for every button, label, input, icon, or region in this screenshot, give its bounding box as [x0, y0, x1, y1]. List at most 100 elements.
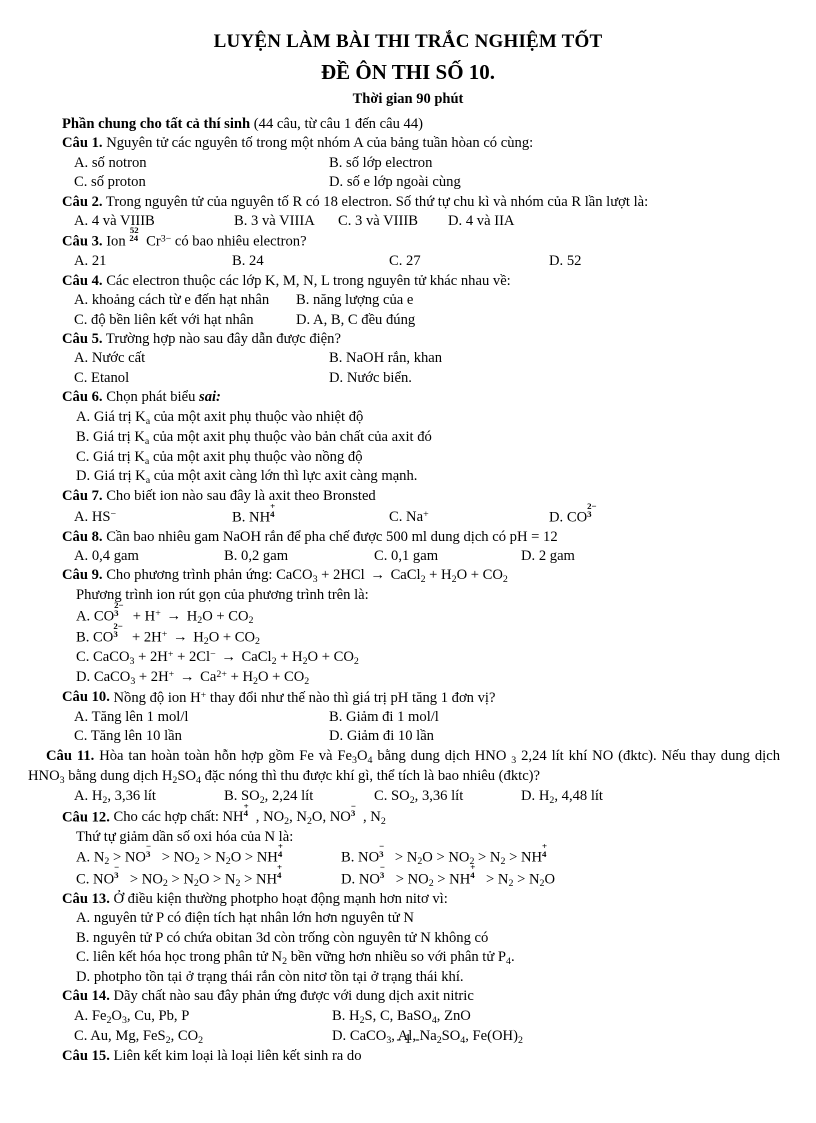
question-2-number: Câu 2.	[62, 193, 103, 210]
question-6: Câu 6. Chọn phát biểu sai:	[62, 388, 780, 407]
option-10-d[interactable]: D. Giảm đi 10 lần	[329, 727, 434, 746]
option-5-d[interactable]: D. Nước biển.	[329, 369, 412, 388]
question-8: Câu 8. Cần bao nhiêu gam NaOH rắn để pha…	[62, 528, 780, 547]
question-14-options-row-1: A. Fe2O3, Cu, Pb, P B. H2S, C, BaSO4, ZnO	[62, 1007, 780, 1027]
option-13-a[interactable]: A. nguyên tử P có điện tích hạt nhân lớn…	[76, 909, 414, 928]
option-7-b[interactable]: B. NH +4	[232, 501, 389, 528]
option-3-a[interactable]: A. 21	[74, 252, 232, 271]
question-6-text: Chọn phát biểu	[102, 389, 200, 406]
option-1-c[interactable]: C. số proton	[74, 173, 329, 192]
option-11-c[interactable]: C. SO2, 3,36 lít	[374, 787, 521, 807]
option-6-a[interactable]: A. Giá trị Ka của một axit phụ thuộc vào…	[76, 408, 363, 428]
question-12-options-row-2: C. NO −3 > NO2 > N2O > N2 > NH +4 D. NO −3 >…	[62, 863, 780, 890]
question-9-text: Cho phương trình phản ứng: CaCO3 + 2HCl …	[102, 567, 508, 586]
question-1-options-row-1: A. số notron B. số lớp electron	[62, 154, 780, 173]
question-12: Câu 12. Cho các hợp chất: NH +4, NO2, N2O…	[62, 800, 780, 828]
question-3-text-post: có bao nhiêu electron?	[171, 233, 307, 250]
question-6-number: Câu 6.	[62, 389, 103, 406]
question-11-number: Câu 11.	[46, 747, 95, 764]
option-6-b[interactable]: B. Giá trị Ka của một axit phụ thuộc vào…	[76, 428, 432, 448]
option-10-b[interactable]: B. Giảm đi 1 mol/l	[329, 708, 439, 727]
question-8-options-row: A. 0,4 gam B. 0,2 gam C. 0,1 gam D. 2 gam	[62, 547, 780, 566]
option-2-a[interactable]: A. 4 và VIIIB	[74, 212, 234, 231]
option-5-c[interactable]: C. Etanol	[74, 369, 329, 388]
section-header: Phần chung cho tất cả thí sinh (44 câu, …	[62, 115, 780, 134]
option-14-b[interactable]: B. H2S, C, BaSO4, ZnO	[332, 1007, 471, 1027]
option-9-d[interactable]: D. CaCO3 + 2H+ → Ca2+ + H2O + CO2	[76, 668, 309, 688]
question-5-text: Trường hợp nào sau đây dẫn được điện?	[102, 330, 341, 347]
option-2-c[interactable]: C. 3 và VIIIB	[338, 212, 448, 231]
option-9-c[interactable]: C. CaCO3 + 2H+ + 2Cl− → CaCl2 + H2O + CO…	[76, 648, 359, 668]
option-4-b[interactable]: B. năng lượng của e	[296, 291, 413, 310]
option-2-d[interactable]: D. 4 và IIA	[448, 212, 514, 231]
option-11-d[interactable]: D. H2, 4,48 lít	[521, 787, 603, 807]
question-14-text: Dãy chất nào sau đây phản ứng được với d…	[109, 988, 474, 1005]
option-13-c-row: C. liên kết hóa học trong phân tử N2 bền…	[62, 948, 780, 968]
option-12-b[interactable]: B. NO −3 > N2O > NO2 > N2 > NH +4	[341, 842, 554, 868]
option-13-b[interactable]: B. nguyên tử P có chứa obitan 3d còn trố…	[76, 929, 488, 948]
question-15: Câu 15. Liên kết kim loại là loại liên k…	[62, 1047, 780, 1066]
option-10-c[interactable]: C. Tăng lên 10 lần	[74, 727, 329, 746]
option-10-a[interactable]: A. Tăng lên 1 mol/l	[74, 708, 329, 727]
option-7-d[interactable]: D. CO 2− 3	[549, 501, 602, 528]
question-11: Câu 11. Hòa tan hoàn toàn hỗn hợp gồm Fe…	[28, 747, 780, 787]
option-13-d[interactable]: D. photpho tồn tại ở trạng thái rắn còn …	[76, 968, 464, 987]
option-3-c[interactable]: C. 27	[389, 252, 549, 271]
option-5-b[interactable]: B. NaOH rắn, khan	[329, 349, 442, 368]
option-5-a[interactable]: A. Nước cất	[74, 349, 329, 368]
option-14-a[interactable]: A. Fe2O3, Cu, Pb, P	[74, 1007, 332, 1027]
question-2: Câu 2. Trong nguyên tử của nguyên tố R c…	[62, 193, 780, 212]
question-1-text: Nguyên tử các nguyên tố trong một nhóm A…	[102, 135, 534, 152]
option-9-b[interactable]: B. CO 2− 3 + 2H+ → H2O + CO2	[76, 621, 260, 648]
question-5: Câu 5. Trường hợp nào sau đây dẫn được đ…	[62, 330, 780, 349]
question-2-options-row: A. 4 và VIIIB B. 3 và VIIIA C. 3 và VIIIB D…	[62, 212, 780, 231]
question-4-text: Các electron thuộc các lớp K, M, N, L tr…	[102, 272, 511, 289]
question-13-text: Ở điều kiện thường photpho hoạt động mạn…	[109, 890, 448, 907]
option-11-a[interactable]: A. H2, 3,36 lít	[74, 787, 224, 807]
question-4-options-row-1: A. khoảng cách từ e đến hạt nhân B. năng …	[62, 291, 780, 310]
option-8-c[interactable]: C. 0,1 gam	[374, 547, 521, 566]
option-7-a[interactable]: A. HS−	[74, 508, 232, 528]
option-13-c[interactable]: C. liên kết hóa học trong phân tử N2 bền…	[76, 948, 515, 968]
option-9-d-row: D. CaCO3 + 2H+ → Ca2+ + H2O + CO2	[62, 668, 780, 688]
option-1-a[interactable]: A. số notron	[74, 154, 329, 173]
question-12-text: Cho các hợp chất: NH +4, NO2, N2O, NO −3, …	[109, 800, 386, 827]
option-12-c[interactable]: C. NO −3 > NO2 > N2O > N2 > NH +4	[76, 863, 341, 890]
option-3-d[interactable]: D. 52	[549, 252, 581, 271]
question-4: Câu 4. Các electron thuộc các lớp K, M, …	[62, 272, 780, 291]
option-9-c-row: C. CaCO3 + 2H+ + 2Cl− → CaCl2 + H2O + CO…	[62, 648, 780, 668]
question-14-number: Câu 14.	[62, 988, 110, 1005]
option-6-b-row: B. Giá trị Ka của một axit phụ thuộc vào…	[62, 428, 780, 448]
option-12-d[interactable]: D. NO −3 > NO2 > NH +4 > N2 > N2O	[341, 863, 555, 890]
question-7-number: Câu 7.	[62, 488, 103, 505]
option-3-b[interactable]: B. 24	[232, 252, 389, 271]
exam-page: LUYỆN LÀM BÀI THI TRẮC NGHIỆM TỐT ĐỀ ÔN …	[0, 0, 816, 1123]
option-9-a-row: A. CO 2− 3 + H+ → H2O + CO2	[62, 600, 780, 627]
question-7: Câu 7. Cho biết ion nào sau đây là axit …	[62, 487, 780, 506]
question-9-number: Câu 9.	[62, 567, 103, 584]
option-4-d[interactable]: D. A, B, C đều đúng	[296, 311, 415, 330]
option-4-c[interactable]: C. độ bền liên kết với hạt nhân	[74, 311, 296, 330]
question-10: Câu 10. Nồng độ ion H+ thay đổi như thế …	[62, 688, 780, 708]
option-1-d[interactable]: D. số e lớp ngoài cùng	[329, 173, 461, 192]
option-8-b[interactable]: B. 0,2 gam	[224, 547, 374, 566]
page-title: LUYỆN LÀM BÀI THI TRẮC NGHIỆM TỐT	[213, 31, 603, 52]
option-9-a[interactable]: A. CO 2− 3 + H+ → H2O + CO2	[76, 600, 254, 627]
option-1-b[interactable]: B. số lớp electron	[329, 154, 432, 173]
option-7-c[interactable]: C. Na+	[389, 508, 549, 528]
option-2-b[interactable]: B. 3 và VIIIA	[234, 212, 338, 231]
question-3-number: Câu 3.	[62, 233, 103, 250]
question-1-number: Câu 1.	[62, 135, 103, 152]
question-12-number: Câu 12.	[62, 808, 110, 825]
question-5-options-row-1: A. Nước cất B. NaOH rắn, khan	[62, 349, 780, 368]
option-6-c-row: C. Giá trị Ka của một axit phụ thuộc vào…	[62, 448, 780, 468]
question-5-options-row-2: C. Etanol D. Nước biển.	[62, 369, 780, 388]
option-8-d[interactable]: D. 2 gam	[521, 547, 575, 566]
question-5-number: Câu 5.	[62, 330, 103, 347]
option-8-a[interactable]: A. 0,4 gam	[74, 547, 224, 566]
question-10-options-row-1: A. Tăng lên 1 mol/l B. Giảm đi 1 mol/l	[62, 708, 780, 727]
option-6-d[interactable]: D. Giá trị Ka của một axit càng lớn thì …	[76, 467, 417, 487]
option-4-a[interactable]: A. khoảng cách từ e đến hạt nhân	[74, 291, 296, 310]
question-12-options-row-1: A. N2 > NO −3 > NO2 > N2O > NH +4 B. NO −3 >…	[62, 842, 780, 868]
option-6-c[interactable]: C. Giá trị Ka của một axit phụ thuộc vào…	[76, 448, 363, 468]
